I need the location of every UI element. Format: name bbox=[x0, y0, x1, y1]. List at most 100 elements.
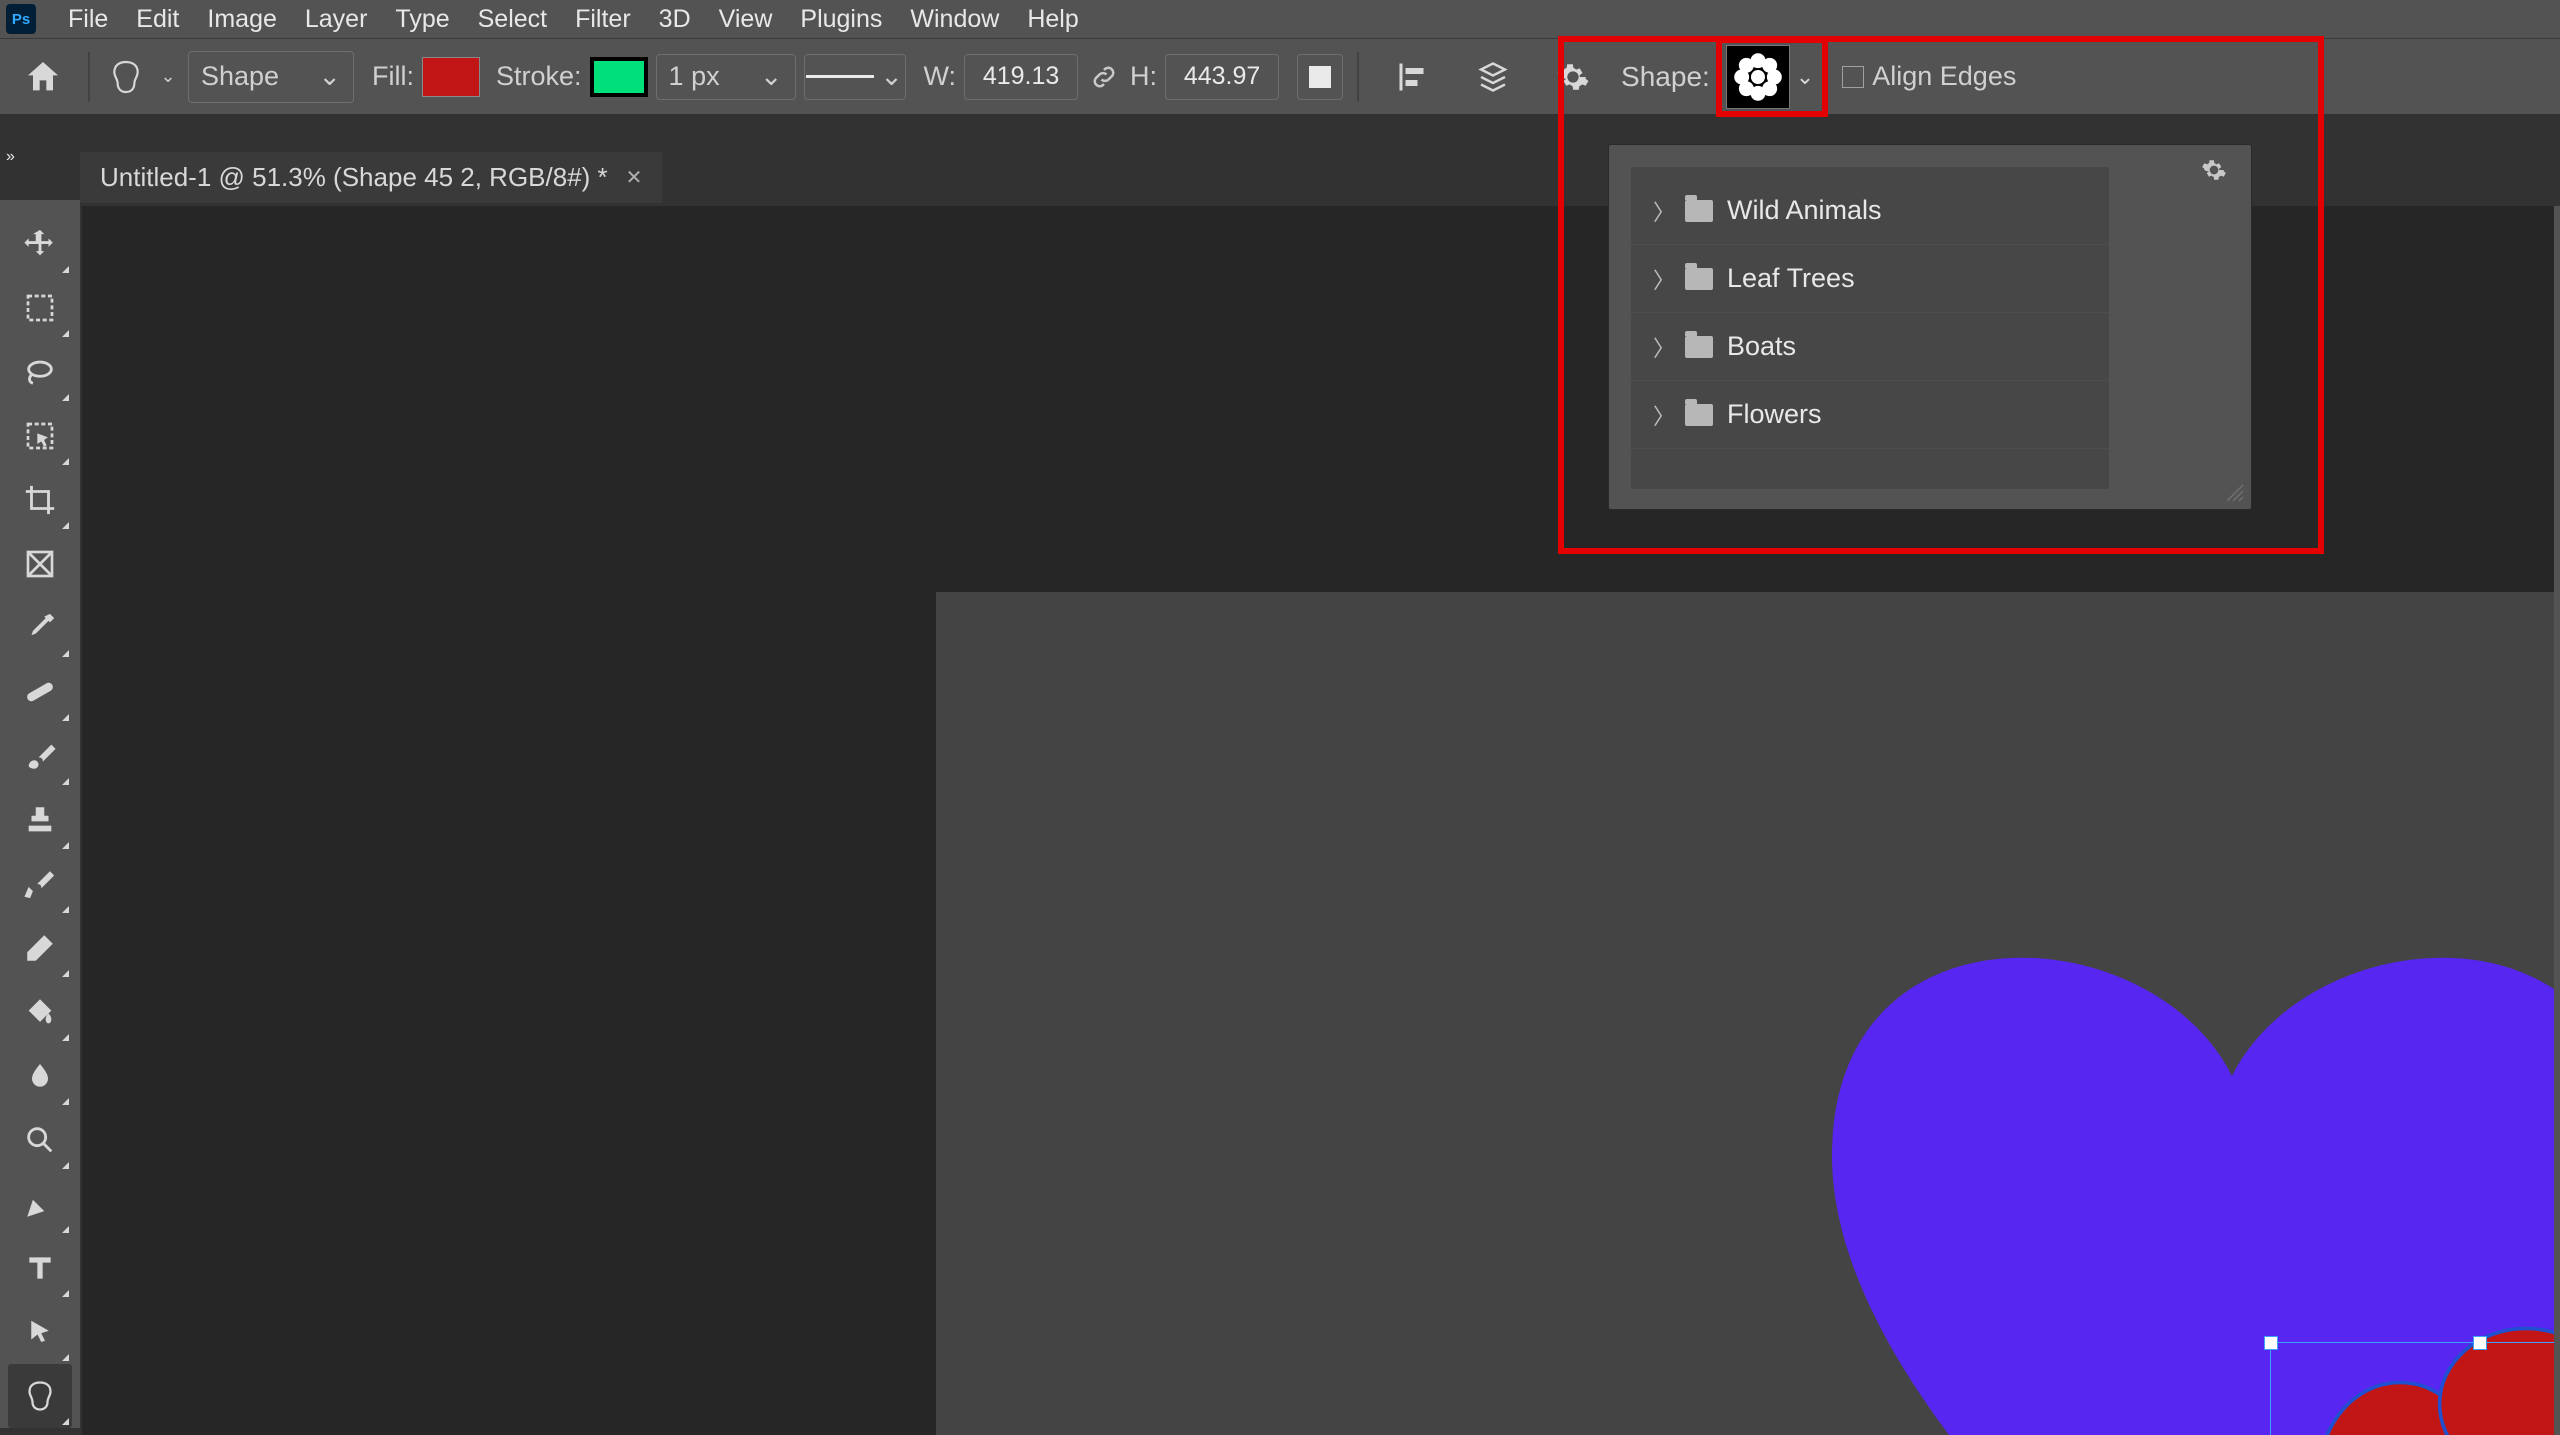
shape-mode-label: Shape bbox=[201, 61, 279, 92]
width-input[interactable] bbox=[964, 54, 1078, 100]
marquee-tool[interactable] bbox=[8, 276, 72, 340]
lasso-tool[interactable] bbox=[8, 340, 72, 404]
blur-tool[interactable] bbox=[8, 1044, 72, 1108]
history-brush-tool[interactable] bbox=[8, 852, 72, 916]
stroke-style-dropdown[interactable]: ⌄ bbox=[804, 54, 906, 100]
document-tabs: Untitled-1 @ 51.3% (Shape 45 2, RGB/8#) … bbox=[80, 150, 662, 204]
align-button[interactable] bbox=[1373, 47, 1453, 107]
fill-label: Fill: bbox=[372, 61, 414, 92]
menu-image[interactable]: Image bbox=[193, 1, 290, 38]
folder-label: Wild Animals bbox=[1727, 195, 1882, 226]
menu-view[interactable]: View bbox=[705, 1, 787, 38]
left-toolbar bbox=[0, 200, 80, 1428]
menu-help[interactable]: Help bbox=[1013, 1, 1092, 38]
menu-type[interactable]: Type bbox=[381, 1, 463, 38]
stamp-tool[interactable] bbox=[8, 788, 72, 852]
shape-folder-boats[interactable]: 〉 Boats bbox=[1631, 313, 2109, 381]
settings-button[interactable] bbox=[1533, 47, 1613, 107]
options-bar: ⌄ Shape ⌄ Fill: Stroke: 1 px ⌄ ⌄ W: H: S… bbox=[0, 38, 2560, 114]
stroke-width-input[interactable]: 1 px ⌄ bbox=[656, 54, 796, 100]
folder-label: Leaf Trees bbox=[1727, 263, 1855, 294]
folder-label: Flowers bbox=[1727, 399, 1822, 430]
pen-tool[interactable] bbox=[8, 1172, 72, 1236]
folder-icon bbox=[1685, 404, 1713, 426]
current-tool-icon[interactable] bbox=[104, 55, 148, 99]
folder-icon bbox=[1685, 336, 1713, 358]
line-icon bbox=[806, 75, 874, 78]
lasso-icon bbox=[23, 355, 57, 389]
mask-mode-button[interactable] bbox=[1297, 54, 1343, 100]
align-left-icon bbox=[1395, 59, 1431, 95]
height-input[interactable] bbox=[1165, 54, 1279, 100]
folder-icon bbox=[1685, 268, 1713, 290]
menu-file[interactable]: File bbox=[54, 1, 122, 38]
home-icon bbox=[23, 57, 63, 97]
shape-thumbnail[interactable] bbox=[1726, 45, 1790, 109]
shape-folder-leaf-trees[interactable]: 〉 Leaf Trees bbox=[1631, 245, 2109, 313]
selection-bounds[interactable] bbox=[2270, 1342, 2560, 1435]
menu-bar: Ps File Edit Image Layer Type Select Fil… bbox=[0, 0, 2560, 38]
frame-tool[interactable] bbox=[8, 532, 72, 596]
right-panel-edge bbox=[2554, 206, 2560, 1435]
resize-handle-tc[interactable] bbox=[2473, 1336, 2487, 1350]
menu-filter[interactable]: Filter bbox=[561, 1, 645, 38]
gradient-tool[interactable] bbox=[8, 980, 72, 1044]
eraser-icon bbox=[23, 931, 57, 965]
object-select-tool[interactable] bbox=[8, 404, 72, 468]
healing-tool[interactable] bbox=[8, 660, 72, 724]
fill-swatch[interactable] bbox=[422, 57, 480, 97]
menu-select[interactable]: Select bbox=[464, 1, 561, 38]
drop-icon bbox=[24, 1060, 56, 1092]
eraser-tool[interactable] bbox=[8, 916, 72, 980]
chain-icon bbox=[1089, 62, 1119, 92]
folder-icon bbox=[1685, 200, 1713, 222]
divider bbox=[1357, 52, 1359, 102]
history-brush-icon bbox=[23, 867, 57, 901]
text-icon bbox=[24, 1252, 56, 1284]
expand-icon: 〉 bbox=[1653, 399, 1671, 431]
shape-picker-highlighted: ⌄ bbox=[1716, 37, 1828, 117]
shape-picker-panel: 〉 Wild Animals 〉 Leaf Trees 〉 Boats 〉 Fl… bbox=[1608, 144, 2252, 510]
gear-icon bbox=[1556, 60, 1590, 94]
menu-edit[interactable]: Edit bbox=[122, 1, 193, 38]
chevron-down-icon[interactable]: ⌄ bbox=[1792, 64, 1818, 90]
tool-dropdown-chevron[interactable]: ⌄ bbox=[156, 65, 180, 89]
expand-icon: 〉 bbox=[1653, 263, 1671, 295]
link-wh-button[interactable] bbox=[1086, 59, 1122, 95]
stroke-width-value: 1 px bbox=[669, 61, 720, 92]
menu-window[interactable]: Window bbox=[896, 1, 1013, 38]
arrange-button[interactable] bbox=[1453, 47, 1533, 107]
menu-layer[interactable]: Layer bbox=[291, 1, 382, 38]
crop-tool[interactable] bbox=[8, 468, 72, 532]
marquee-icon bbox=[24, 292, 56, 324]
stroke-label: Stroke: bbox=[496, 61, 582, 92]
align-edges-label: Align Edges bbox=[1872, 61, 2016, 92]
blob-icon bbox=[22, 1378, 58, 1414]
type-tool[interactable] bbox=[8, 1236, 72, 1300]
brush-tool[interactable] bbox=[8, 724, 72, 788]
shape-label: Shape: bbox=[1621, 61, 1710, 93]
shape-folder-flowers[interactable]: 〉 Flowers bbox=[1631, 381, 2109, 449]
folder-label: Boats bbox=[1727, 331, 1796, 362]
dodge-tool[interactable] bbox=[8, 1108, 72, 1172]
resize-grip-icon[interactable] bbox=[2225, 483, 2245, 503]
home-button[interactable] bbox=[12, 46, 74, 108]
shape-mode-dropdown[interactable]: Shape ⌄ bbox=[188, 51, 354, 103]
stroke-swatch[interactable] bbox=[590, 57, 648, 97]
move-tool[interactable] bbox=[8, 212, 72, 276]
collapse-panel-icon[interactable]: » bbox=[6, 148, 15, 166]
custom-shape-tool[interactable] bbox=[8, 1364, 72, 1428]
crop-icon bbox=[23, 483, 57, 517]
close-icon[interactable]: ✕ bbox=[626, 165, 643, 190]
eyedropper-tool[interactable] bbox=[8, 596, 72, 660]
menu-plugins[interactable]: Plugins bbox=[786, 1, 896, 38]
align-edges-checkbox[interactable] bbox=[1842, 66, 1864, 88]
brush-icon bbox=[23, 739, 57, 773]
document-tab[interactable]: Untitled-1 @ 51.3% (Shape 45 2, RGB/8#) … bbox=[80, 152, 662, 203]
panel-menu-button[interactable] bbox=[2201, 157, 2227, 190]
menu-3d[interactable]: 3D bbox=[645, 1, 705, 38]
resize-handle-tl[interactable] bbox=[2264, 1336, 2278, 1350]
shape-folder-wild-animals[interactable]: 〉 Wild Animals bbox=[1631, 177, 2109, 245]
divider bbox=[88, 52, 90, 102]
path-select-tool[interactable] bbox=[8, 1300, 72, 1364]
